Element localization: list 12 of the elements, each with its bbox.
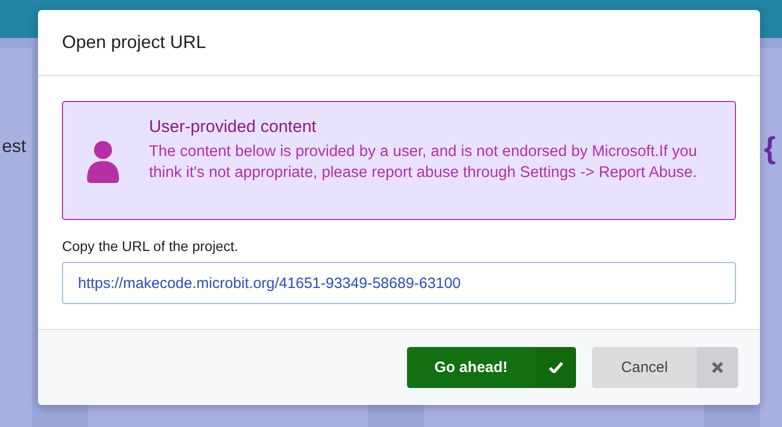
cancel-button[interactable]: Cancel (592, 347, 738, 388)
url-field[interactable]: https://makecode.microbit.org/41651-93349-58689-63100 (62, 262, 736, 304)
message-heading: User-provided content (149, 117, 318, 137)
close-icon (712, 362, 723, 373)
user-icon (85, 141, 121, 183)
brace-glyph: { (764, 132, 776, 165)
dialog-title: Open project URL (62, 32, 206, 53)
card-title: est (2, 136, 26, 156)
go-ahead-button[interactable]: Go ahead! (407, 347, 576, 388)
field-label: Copy the URL of the project. (62, 238, 240, 254)
check-icon (548, 362, 562, 373)
message-text: The content below is provided by a user, and is not endorsed by Microsoft.If you think it's not appropriate, please report abuse through Settings -> Report Abuse. (149, 142, 698, 183)
